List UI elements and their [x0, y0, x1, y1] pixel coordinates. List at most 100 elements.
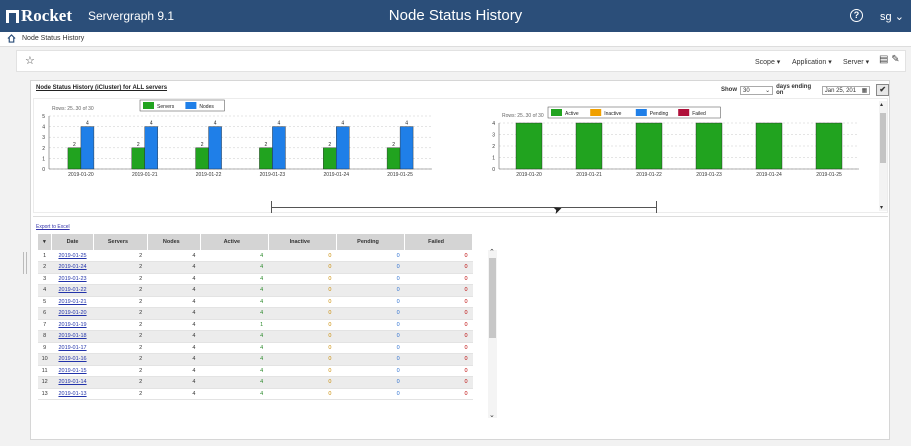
date-link[interactable]: 2019-01-13 — [58, 391, 86, 397]
col-date[interactable]: Date — [51, 234, 95, 250]
export-excel-link[interactable]: Export to Excel — [36, 224, 70, 230]
date-link[interactable]: 2019-01-20 — [58, 310, 86, 316]
col-failed[interactable]: Failed — [404, 234, 473, 250]
legend-label: Servers — [157, 104, 175, 110]
row-active: 4 — [200, 365, 269, 377]
date-range-slider[interactable] — [271, 207, 656, 208]
table-row[interactable]: 13 2019-01-13 2 4 4 0 0 0 — [38, 388, 473, 400]
col-inactive[interactable]: Inactive — [268, 234, 337, 250]
col-servers[interactable]: Servers — [93, 234, 148, 250]
table-row[interactable]: 12 2019-01-14 2 4 4 0 0 0 — [38, 376, 473, 389]
row-date[interactable]: 2019-01-21 — [51, 296, 94, 308]
row-date[interactable]: 2019-01-15 — [51, 365, 94, 377]
table-row[interactable]: 9 2019-01-17 2 4 4 0 0 0 — [38, 342, 473, 354]
row-pending: 0 — [336, 365, 405, 377]
resize-handle[interactable] — [23, 252, 27, 274]
table-row[interactable]: 1 2019-01-25 2 4 4 0 0 0 — [38, 250, 473, 262]
bar-active — [575, 122, 603, 170]
range-start-handle[interactable] — [271, 201, 272, 213]
bar-servers — [67, 147, 82, 170]
table-row[interactable]: 8 2019-01-18 2 4 4 0 0 0 — [38, 330, 473, 343]
row-nodes: 4 — [147, 365, 201, 377]
row-date[interactable]: 2019-01-19 — [51, 319, 94, 331]
data-label: 2 — [137, 142, 140, 148]
table-row[interactable]: 5 2019-01-21 2 4 4 0 0 0 — [38, 296, 473, 308]
date-link[interactable]: 2019-01-15 — [58, 368, 86, 374]
range-end-handle[interactable] — [656, 201, 657, 213]
row-servers: 2 — [93, 296, 148, 308]
application-menu[interactable]: Application ▾ — [792, 58, 832, 66]
table-scroll-thumb[interactable] — [489, 258, 496, 338]
row-date[interactable]: 2019-01-23 — [51, 273, 94, 285]
table-scrollbar[interactable]: ⌃ ⌄ — [488, 249, 497, 419]
col-pending[interactable]: Pending — [336, 234, 406, 250]
date-link[interactable]: 2019-01-25 — [58, 253, 86, 259]
row-failed: 0 — [404, 284, 473, 297]
node-status-charts: Rows: 25..30 of 30 Servers Nodes 0 1 2 3 4 5 2019… — [42, 99, 859, 178]
row-date[interactable]: 2019-01-13 — [51, 388, 94, 400]
report-panel: Node Status History (iCluster) for ALL s… — [30, 80, 890, 440]
row-nodes: 4 — [147, 273, 201, 285]
row-servers: 2 — [93, 261, 148, 274]
row-pending: 0 — [336, 342, 405, 354]
legend-label: Inactive — [604, 111, 621, 117]
row-date[interactable]: 2019-01-25 — [51, 250, 94, 262]
page-icon[interactable]: ▤ — [879, 54, 888, 65]
data-label: 2 — [265, 142, 268, 148]
table-row[interactable]: 2 2019-01-24 2 4 4 0 0 0 — [38, 261, 473, 274]
table-row[interactable]: 6 2019-01-20 2 4 4 0 0 0 — [38, 307, 473, 320]
date-link[interactable]: 2019-01-23 — [58, 276, 86, 282]
date-link[interactable]: 2019-01-19 — [58, 322, 86, 328]
charts-scrollbar[interactable]: ▴ ▾ — [879, 101, 887, 211]
col-active[interactable]: Active — [200, 234, 269, 250]
row-index: 3 — [38, 273, 52, 285]
user-menu[interactable]: sg ⌄ — [880, 10, 904, 23]
end-date-field[interactable]: Jan 25, 201 ▦ — [821, 85, 871, 95]
logo[interactable]: Rocket — [6, 6, 72, 26]
legend-swatch — [590, 109, 602, 116]
row-inactive: 0 — [268, 296, 337, 308]
row-failed: 0 — [404, 353, 473, 366]
breadcrumb-current[interactable]: Node Status History — [22, 35, 84, 42]
home-icon[interactable] — [7, 34, 16, 43]
table-row[interactable]: 11 2019-01-15 2 4 4 0 0 0 — [38, 365, 473, 377]
date-link[interactable]: 2019-01-14 — [58, 379, 86, 385]
show-count-select[interactable]: 30 ⌄ — [740, 85, 774, 95]
scroll-thumb[interactable] — [880, 113, 886, 163]
table-row[interactable]: 7 2019-01-19 2 4 1 0 0 0 — [38, 319, 473, 331]
date-link[interactable]: 2019-01-18 — [58, 333, 86, 339]
row-index: 10 — [38, 353, 52, 366]
help-icon[interactable]: ? — [850, 9, 863, 22]
row-date[interactable]: 2019-01-18 — [51, 330, 94, 343]
row-date[interactable]: 2019-01-24 — [51, 261, 94, 274]
col-nodes[interactable]: Nodes — [147, 234, 201, 250]
star-outline-icon[interactable]: ☆ — [25, 54, 35, 67]
table-header-row: ▾ Date Servers Nodes Active Inactive Pen… — [38, 234, 473, 250]
row-failed: 0 — [404, 319, 473, 331]
row-date[interactable]: 2019-01-22 — [51, 284, 94, 297]
sort-desc-icon[interactable]: ▾ — [38, 234, 52, 250]
scope-menu[interactable]: Scope ▾ — [755, 58, 780, 66]
table-row[interactable]: 10 2019-01-16 2 4 4 0 0 0 — [38, 353, 473, 366]
date-link[interactable]: 2019-01-17 — [58, 345, 86, 351]
date-link[interactable]: 2019-01-24 — [58, 264, 86, 270]
date-link[interactable]: 2019-01-22 — [58, 287, 86, 293]
row-date[interactable]: 2019-01-14 — [51, 376, 94, 389]
row-date[interactable]: 2019-01-16 — [51, 353, 94, 366]
table-area: Export to Excel ▾ Date Servers Nodes Act… — [33, 216, 888, 438]
row-date[interactable]: 2019-01-17 — [51, 342, 94, 354]
row-date[interactable]: 2019-01-20 — [51, 307, 94, 320]
server-menu[interactable]: Server ▾ — [843, 58, 869, 66]
y-tick-label: 5 — [42, 114, 45, 120]
table-row[interactable]: 4 2019-01-22 2 4 4 0 0 0 — [38, 284, 473, 297]
date-link[interactable]: 2019-01-21 — [58, 299, 86, 305]
x-tick-label: 2019-01-23 — [260, 172, 286, 178]
bar-nodes — [272, 126, 286, 170]
date-link[interactable]: 2019-01-16 — [58, 356, 86, 362]
edit-pencil-icon[interactable]: ✎ — [891, 54, 899, 65]
table-row[interactable]: 3 2019-01-23 2 4 4 0 0 0 — [38, 273, 473, 285]
bar-servers — [386, 147, 401, 170]
x-tick-label: 2019-01-23 — [696, 172, 722, 178]
apply-button[interactable]: ✔ — [876, 84, 889, 96]
bar-active — [635, 122, 663, 170]
